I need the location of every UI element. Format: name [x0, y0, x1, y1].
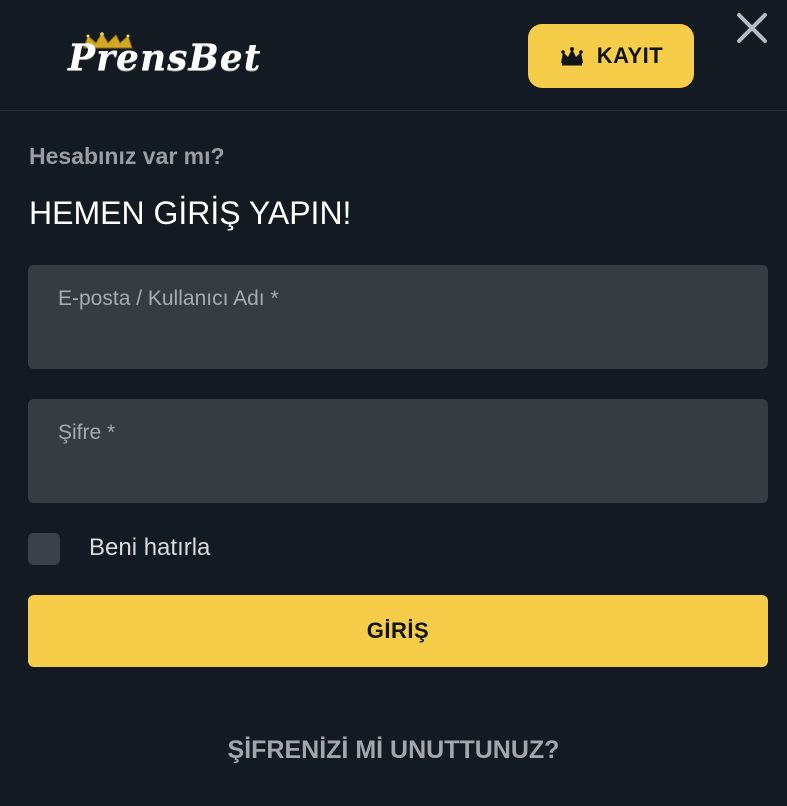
login-button-label: GİRİŞ — [366, 618, 430, 643]
close-icon — [737, 13, 767, 43]
email-field[interactable]: E-posta / Kullanıcı Adı * — [28, 265, 768, 369]
login-headline: HEMEN GİRİŞ YAPIN! — [29, 195, 352, 231]
register-button[interactable]: KAYIT — [528, 24, 694, 88]
logo-text: PrensBet — [68, 37, 262, 79]
header: PrensBet KAYIT — [0, 0, 787, 111]
remember-me-label[interactable]: Beni hatırla — [89, 534, 210, 562]
crown-icon — [560, 47, 583, 66]
login-button[interactable]: GİRİŞ — [28, 595, 768, 667]
remember-me-checkbox[interactable] — [28, 533, 60, 565]
close-button[interactable] — [732, 8, 772, 48]
account-question: Hesabınız var mı? — [29, 143, 225, 169]
prensbet-logo[interactable]: PrensBet — [68, 32, 373, 80]
email-field-placeholder: E-posta / Kullanıcı Adı * — [58, 287, 279, 310]
password-field[interactable]: Şifre * — [28, 399, 768, 503]
forgot-password-link[interactable]: ŞİFRENİZİ Mİ UNUTTUNUZ? — [0, 736, 787, 765]
password-field-placeholder: Şifre * — [58, 421, 116, 444]
register-button-label: KAYIT — [596, 43, 664, 68]
